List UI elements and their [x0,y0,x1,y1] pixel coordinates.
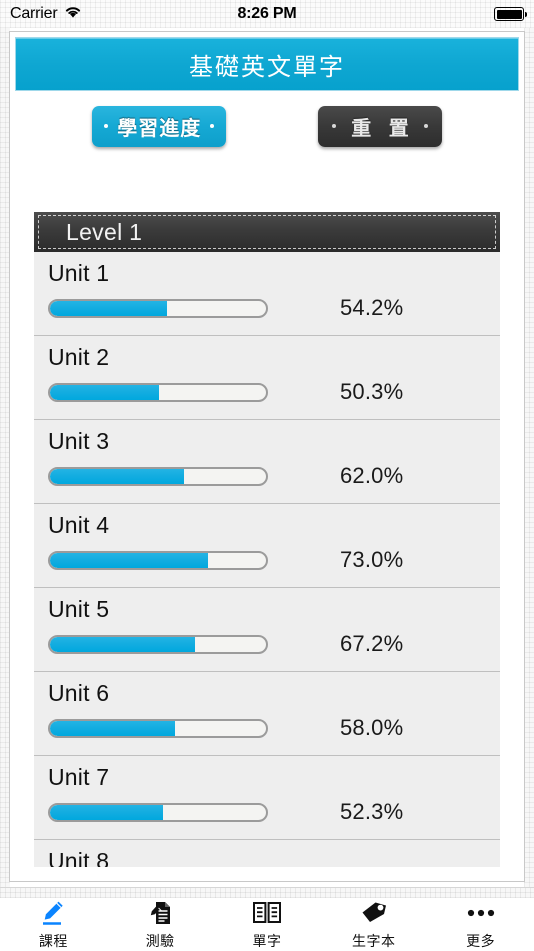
progress-bar-fill [50,804,163,820]
progress-percent-label: 50.3% [340,379,404,404]
tab-label: 更多 [466,933,496,949]
unit-name: Unit 2 [48,344,110,370]
bullet-dot-icon [104,124,109,128]
learning-progress-label: 學習進度 [117,117,202,140]
app-page: 基礎英文單字 學習進度 重 置 Level 1 Unit 1 54.2% Unit … [0,28,534,888]
action-bar: 學習進度 重 置 [10,91,524,157]
app-header: 基礎英文單字 [15,37,519,91]
progress-bar-fill [50,636,196,652]
bottom-tab-bar: 課程 測驗 單字 生字本 更多 [0,887,534,950]
progress-bar [48,382,268,402]
status-bar-time: 8:26 PM [237,5,297,22]
status-bar-right [494,7,527,21]
section-header-level: Level 1 [34,212,500,252]
progress-percent-label: 67.2% [340,631,404,656]
progress-bar [48,802,268,822]
content-card: 基礎英文單字 學習進度 重 置 Level 1 Unit 1 54.2% Unit … [9,31,525,882]
unit-name: Unit 7 [48,764,110,790]
progress-bar-fill [50,552,208,568]
unit-row[interactable]: Unit 2 50.3% [34,336,500,420]
progress-percent-label: 52.3% [340,799,404,824]
unit-list: Unit 1 54.2% Unit 2 50.3% Unit 3 62.0% Unit 4 7… [34,252,500,867]
tab-label: 單字 [252,933,282,949]
tab-label: 課程 [38,933,68,949]
open-book-icon [252,898,282,928]
progress-bar [48,634,268,654]
bullet-dot-icon [332,124,337,128]
unit-row[interactable]: Unit 8 [34,840,500,867]
battery-icon [494,7,527,21]
document-pen-icon [146,898,174,928]
unit-name: Unit 4 [48,512,110,538]
pencil-icon [39,898,67,928]
unit-name: Unit 8 [48,848,110,867]
progress-percent-label: 73.0% [340,547,404,572]
unit-progress-row: 67.2% [48,631,500,657]
right-edge-texture [524,28,534,888]
bullet-dot-icon [210,124,215,128]
page-title: 基礎英文單字 [189,53,345,81]
unit-progress-row: 54.2% [48,295,500,321]
progress-percent-label: 62.0% [340,463,404,488]
ellipsis-icon [466,898,496,928]
progress-bar-fill [50,468,184,484]
unit-row[interactable]: Unit 1 54.2% [34,252,500,336]
unit-row[interactable]: Unit 4 73.0% [34,504,500,588]
unit-row[interactable]: Unit 3 62.0% [34,420,500,504]
unit-progress-row: 50.3% [48,379,500,405]
unit-name: Unit 3 [48,428,110,454]
progress-bar-fill [50,300,168,316]
tab-label: 測驗 [145,933,175,949]
tab-bar-texture [0,888,534,898]
progress-percent-label: 58.0% [340,715,404,740]
progress-bar [48,550,268,570]
reset-label: 重 置 [351,117,415,140]
unit-list-scroll-area[interactable]: Level 1 Unit 1 54.2% Unit 2 50.3% Unit 3 62.0… [34,212,500,867]
unit-row[interactable]: Unit 6 58.0% [34,672,500,756]
unit-name: Unit 6 [48,680,110,706]
progress-bar [48,718,268,738]
reset-button[interactable]: 重 置 [318,105,442,147]
status-bar: Carrier 8:26 PM [0,0,534,28]
unit-progress-row: 73.0% [48,547,500,573]
unit-name: Unit 1 [48,260,110,286]
unit-progress-row: 58.0% [48,715,500,741]
tag-icon [359,898,389,928]
unit-name: Unit 5 [48,596,110,622]
progress-percent-label: 54.2% [340,295,404,320]
unit-progress-row: 52.3% [48,799,500,825]
learning-progress-button[interactable]: 學習進度 [92,105,227,147]
unit-row[interactable]: Unit 7 52.3% [34,756,500,840]
progress-bar [48,466,268,486]
section-header-label: Level 1 [66,218,143,245]
bullet-dot-icon [423,124,428,128]
progress-bar-fill [50,384,159,400]
tab-label: 生字本 [352,933,396,949]
unit-progress-row: 62.0% [48,463,500,489]
progress-bar-fill [50,720,176,736]
unit-row[interactable]: Unit 5 67.2% [34,588,500,672]
progress-bar [48,298,268,318]
